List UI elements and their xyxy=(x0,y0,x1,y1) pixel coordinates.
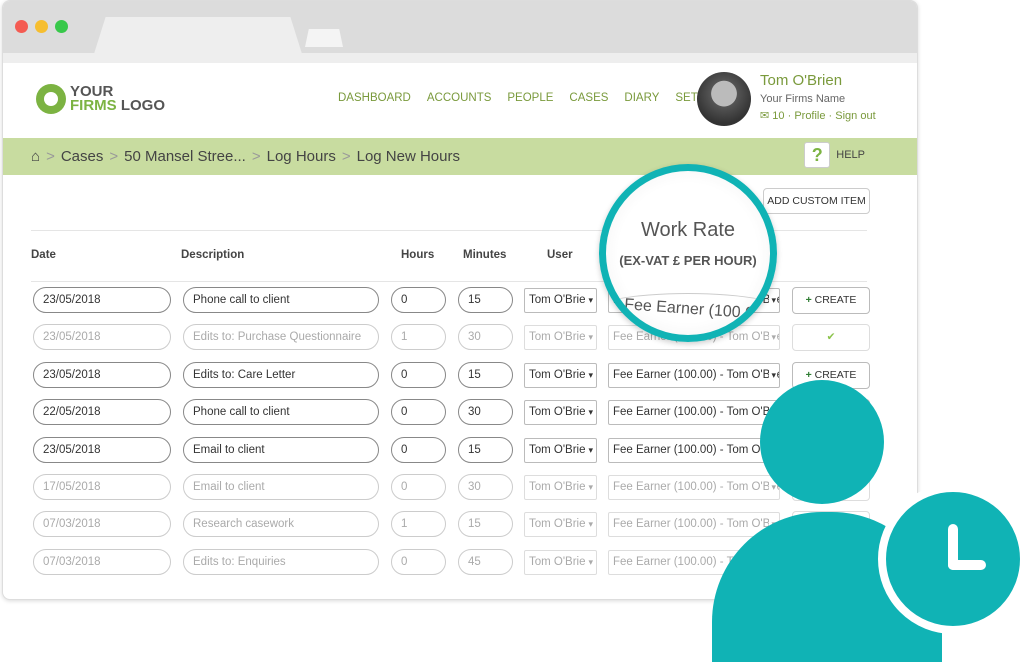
col-date: Date xyxy=(31,249,56,261)
work-rate-select[interactable]: Fee Earner (100.00) - Tom O'Brien xyxy=(608,400,780,426)
work-rate-select[interactable]: Fee Earner (100.00) - Tom O'Brien xyxy=(608,362,780,388)
date-input[interactable]: 07/03/2018 xyxy=(33,511,171,538)
work-rate-select[interactable]: Fee Earner (100.00) - Tom O'Brien xyxy=(608,437,780,463)
user-select[interactable]: Tom O'Brie xyxy=(524,288,597,313)
work-rate-magnifier: Work Rate (EX-VAT £ PER HOUR) Fee Earner… xyxy=(599,164,777,342)
hours-input[interactable]: 0 xyxy=(391,436,446,463)
nav-cases[interactable]: CASES xyxy=(569,92,608,104)
avatar[interactable] xyxy=(697,72,751,126)
description-input[interactable]: Edits to: Enquiries xyxy=(183,548,379,575)
col-hours: Hours xyxy=(401,249,435,261)
nav-people[interactable]: PEOPLE xyxy=(507,92,553,104)
user-select[interactable]: Tom O'Brie xyxy=(524,325,597,351)
description-input[interactable]: Email to client xyxy=(183,474,379,500)
date-input[interactable]: 23/05/2018 xyxy=(33,324,171,351)
browser-tab[interactable] xyxy=(93,17,303,57)
nav-dashboard[interactable]: DASHBOARD xyxy=(338,92,411,104)
firm-logo[interactable]: YOUR FIRMS LOGO xyxy=(36,84,165,114)
hours-input[interactable]: 1 xyxy=(391,324,446,351)
nav-accounts[interactable]: ACCOUNTS xyxy=(427,92,492,104)
user-select[interactable]: Tom O'Brie xyxy=(524,400,597,426)
description-input[interactable]: Phone call to client xyxy=(183,287,379,313)
minutes-input[interactable]: 15 xyxy=(458,436,513,463)
minutes-input[interactable]: 15 xyxy=(458,361,513,388)
maximize-window-dot[interactable] xyxy=(55,20,68,33)
hours-input[interactable]: 1 xyxy=(391,511,446,538)
date-input[interactable]: 07/03/2018 xyxy=(33,548,171,575)
minutes-input[interactable]: 45 xyxy=(458,548,513,575)
breadcrumb-log-hours[interactable]: Log Hours xyxy=(267,148,336,165)
minutes-input[interactable]: 15 xyxy=(458,511,513,538)
minutes-input[interactable]: 15 xyxy=(458,287,513,313)
work-rate-select[interactable]: Fee Earner (100.00) - Tom O'Brien xyxy=(608,475,780,500)
sign-out-link[interactable]: Sign out xyxy=(835,110,875,122)
check-icon: ✔ xyxy=(826,331,836,344)
breadcrumb-case[interactable]: 50 Mansel Stree... xyxy=(124,148,246,165)
person-icon-head xyxy=(760,380,884,504)
breadcrumb-current: Log New Hours xyxy=(356,148,460,165)
plus-icon: + xyxy=(805,294,812,306)
minutes-input[interactable]: 30 xyxy=(458,474,513,500)
add-custom-item-button[interactable]: ADD CUSTOM ITEM xyxy=(763,188,870,214)
browser-window: YOUR FIRMS LOGO DASHBOARD ACCOUNTS PEOPLE… xyxy=(2,0,918,600)
clock-icon xyxy=(878,484,1024,634)
date-input[interactable]: 23/05/2018 xyxy=(33,287,171,313)
user-name: Tom O'Brien xyxy=(760,72,843,89)
hours-input[interactable]: 0 xyxy=(391,399,446,426)
hours-input[interactable]: 0 xyxy=(391,287,446,313)
main-nav: DASHBOARD ACCOUNTS PEOPLE CASES DIARY SE… xyxy=(338,92,714,104)
description-input[interactable]: Edits to: Purchase Questionnaire xyxy=(183,324,379,351)
hours-input[interactable]: 0 xyxy=(391,548,446,575)
close-window-dot[interactable] xyxy=(15,20,28,33)
col-minutes: Minutes xyxy=(463,249,507,261)
nav-diary[interactable]: DIARY xyxy=(624,92,659,104)
new-tab-button[interactable] xyxy=(305,29,343,47)
hours-input[interactable]: 0 xyxy=(391,474,446,500)
logo-line2b: LOGO xyxy=(120,97,166,114)
create-label: CREATE xyxy=(814,368,857,381)
table-row: 23/05/2018 Phone call to client 0 15 Tom… xyxy=(3,287,917,315)
firm-name: Your Firms Name xyxy=(760,93,846,105)
date-input[interactable]: 22/05/2018 xyxy=(33,399,171,426)
description-input[interactable]: Research casework xyxy=(183,511,379,538)
minimize-window-dot[interactable] xyxy=(35,20,48,33)
minutes-input[interactable]: 30 xyxy=(458,324,513,351)
user-select[interactable]: Tom O'Brie xyxy=(524,475,597,500)
work-rate-subtitle: (EX-VAT £ PER HOUR) xyxy=(619,253,757,268)
table-row: 23/05/2018 Edits to: Care Letter 0 15 To… xyxy=(3,361,917,390)
description-input[interactable]: Edits to: Care Letter xyxy=(183,361,379,388)
message-count[interactable]: 10 xyxy=(772,110,784,122)
create-label: CREATE xyxy=(814,294,857,306)
work-rate-title: Work Rate xyxy=(640,219,736,241)
user-select[interactable]: Tom O'Brie xyxy=(524,362,597,388)
description-input[interactable]: Phone call to client xyxy=(183,399,379,426)
minutes-input[interactable]: 30 xyxy=(458,399,513,426)
plus-icon: + xyxy=(805,368,812,381)
breadcrumb-cases[interactable]: Cases xyxy=(61,148,104,165)
col-user: User xyxy=(547,249,573,261)
created-check-button[interactable]: ✔ xyxy=(792,324,870,352)
user-select[interactable]: Tom O'Brie xyxy=(524,437,597,463)
date-input[interactable]: 17/05/2018 xyxy=(33,474,171,500)
hours-input[interactable]: 0 xyxy=(391,361,446,388)
home-icon[interactable]: ⌂ xyxy=(31,148,40,165)
help-label: HELP xyxy=(836,149,865,161)
logo-icon xyxy=(36,84,66,114)
col-description: Description xyxy=(181,249,245,261)
user-select[interactable]: Tom O'Brie xyxy=(524,512,597,538)
table-row: 23/05/2018 Edits to: Purchase Questionna… xyxy=(3,324,917,352)
profile-link[interactable]: Profile xyxy=(794,110,825,122)
toolbar-strip xyxy=(3,53,917,63)
logo-line2a: FIRMS xyxy=(70,97,117,114)
description-input[interactable]: Email to client xyxy=(183,436,379,463)
breadcrumb: ⌂ > Cases > 50 Mansel Stree... > Log Hours >… xyxy=(3,138,917,175)
date-input[interactable]: 23/05/2018 xyxy=(33,436,171,463)
date-input[interactable]: 23/05/2018 xyxy=(33,361,171,388)
create-button[interactable]: + CREATE xyxy=(792,287,870,314)
help-button[interactable]: ? HELP xyxy=(804,142,865,168)
user-links: ✉ 10 · Profile · Sign out xyxy=(760,110,876,122)
envelope-icon[interactable]: ✉ xyxy=(760,110,769,122)
question-icon: ? xyxy=(804,142,831,168)
user-select[interactable]: Tom O'Brie xyxy=(524,549,597,575)
